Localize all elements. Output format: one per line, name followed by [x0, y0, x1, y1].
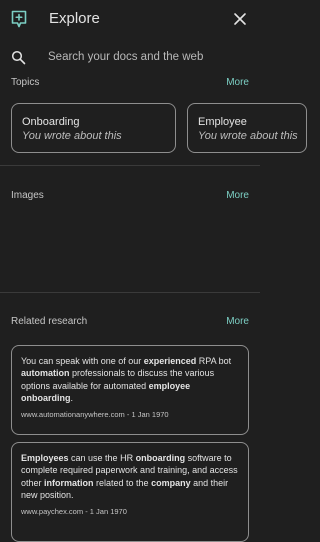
- highlighted-term: experienced: [143, 356, 197, 366]
- close-icon[interactable]: [232, 11, 248, 27]
- topics-section-title: Topics: [11, 77, 40, 88]
- topic-card-subtitle: You wrote about this: [22, 130, 122, 142]
- snippet-text: related to the: [93, 477, 152, 488]
- topic-card-title: Onboarding: [22, 116, 80, 128]
- images-section-title: Images: [11, 190, 44, 201]
- research-result-card[interactable]: You can speak with one of our experience…: [11, 345, 249, 435]
- highlighted-term: company: [151, 477, 191, 488]
- explore-icon: [11, 10, 27, 28]
- images-more-link[interactable]: More: [226, 190, 249, 202]
- highlighted-term: automation: [21, 368, 70, 379]
- section-divider: [0, 165, 260, 166]
- section-divider: [0, 292, 260, 293]
- page-title: Explore: [49, 10, 100, 27]
- source-url: www.automationanywhere.com: [21, 409, 125, 419]
- topic-card-employee[interactable]: Employee You wrote about this: [187, 103, 307, 153]
- research-source: www.paychex.com - 1 Jan 1970: [21, 506, 127, 516]
- snippet-text: can use the HR: [68, 453, 136, 463]
- search-input[interactable]: [48, 48, 253, 66]
- snippet-text: RPA bot: [196, 356, 232, 366]
- highlighted-term: Employees: [21, 453, 69, 463]
- related-research-title: Related research: [11, 316, 88, 327]
- topic-card-subtitle: You wrote about this: [198, 130, 298, 142]
- research-snippet: You can speak with one of our experience…: [21, 355, 239, 405]
- search-bar[interactable]: [0, 42, 260, 72]
- source-date: 1 Jan 1970: [131, 409, 169, 419]
- snippet-text: You can speak with one of our: [21, 356, 144, 366]
- topic-card-title: Employee: [198, 116, 247, 128]
- source-url: www.paychex.com: [21, 506, 84, 516]
- explore-header: Explore: [0, 0, 260, 38]
- topic-card-onboarding[interactable]: Onboarding You wrote about this: [11, 103, 176, 153]
- highlighted-term: onboarding: [135, 453, 186, 463]
- source-date: 1 Jan 1970: [89, 506, 127, 516]
- search-icon: [11, 50, 26, 65]
- research-result-card[interactable]: Employees can use the HR onboarding soft…: [11, 442, 249, 542]
- related-research-more-link[interactable]: More: [226, 316, 249, 328]
- research-source: www.automationanywhere.com - 1 Jan 1970: [21, 409, 169, 419]
- snippet-text: .: [70, 393, 74, 404]
- topics-more-link[interactable]: More: [226, 77, 249, 89]
- highlighted-term: information: [44, 477, 94, 488]
- research-snippet: Employees can use the HR onboarding soft…: [21, 452, 239, 502]
